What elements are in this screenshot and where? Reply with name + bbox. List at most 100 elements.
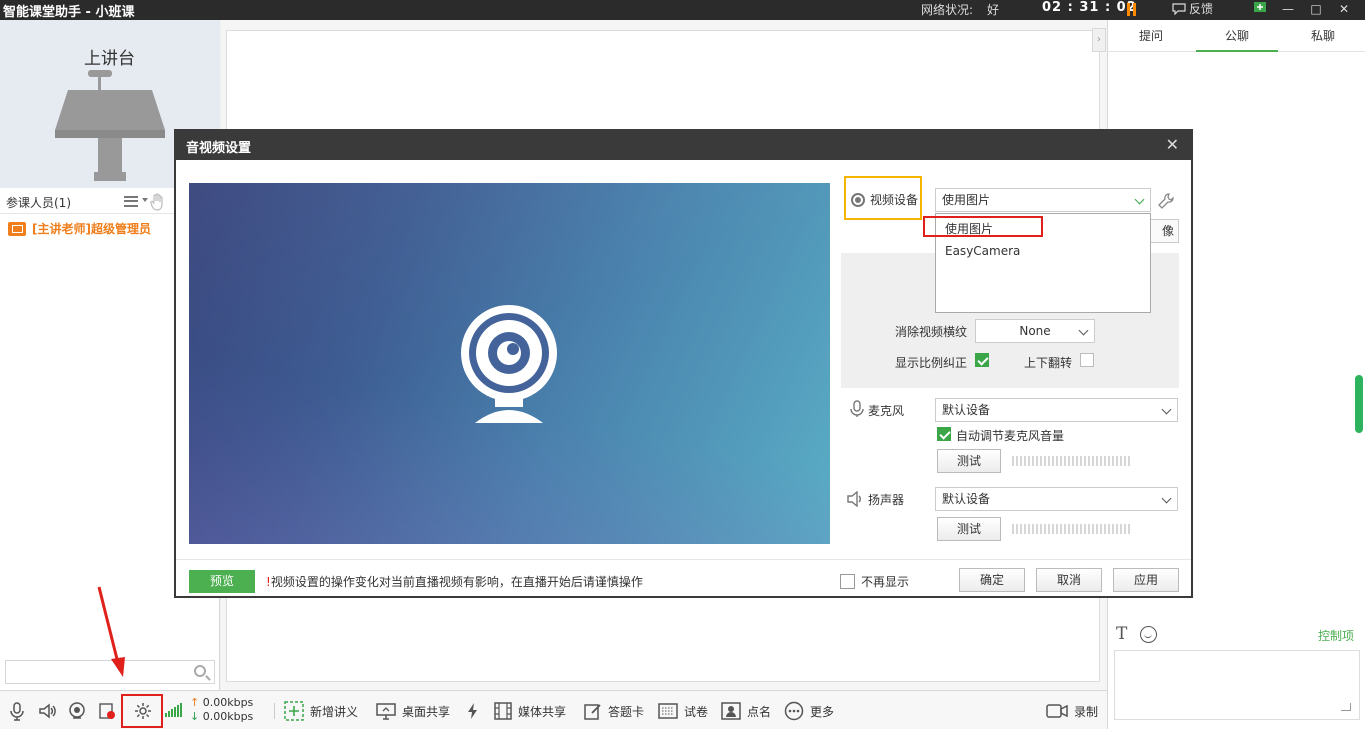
speaker-device-select[interactable]: 默认设备 (935, 487, 1178, 511)
tab-private-chat[interactable]: 私聊 (1280, 20, 1365, 51)
video-device-select[interactable]: 使用图片 (935, 188, 1151, 212)
close-icon[interactable]: ✕ (1166, 135, 1179, 154)
podium-icon (55, 70, 165, 181)
media-share-button[interactable]: 媒体共享 (494, 701, 566, 721)
minimize-icon[interactable]: — (1278, 0, 1298, 20)
tab-questions[interactable]: 提问 (1108, 20, 1194, 51)
add-handout-button[interactable]: 新增讲义 (284, 701, 358, 721)
av-settings-dialog: 音视频设置 ✕ 视频设备 使用图片 像 消除视频横纹 None 显示比例纠正 上… (174, 129, 1193, 598)
record-button[interactable]: 录制 (1046, 701, 1098, 721)
emoji-icon[interactable] (1140, 626, 1157, 643)
speaker-icon (847, 491, 861, 507)
speaker-label: 扬声器 (868, 493, 905, 507)
video-preview (189, 183, 830, 544)
chat-message-input[interactable] (1114, 650, 1360, 720)
network-status-label: 网络状况: (921, 3, 974, 17)
bottom-toolbar: ↑ 0.00kbps ↓ 0.00kbps 新增讲义 桌面共享 媒体共享 答题卡… (0, 690, 1107, 729)
speaker-test-button[interactable]: 测试 (937, 517, 1001, 541)
search-icon[interactable] (194, 665, 206, 677)
chevron-down-icon[interactable] (142, 198, 148, 202)
network-status-value: 好 (987, 3, 1000, 17)
aspect-correct-checkbox[interactable] (975, 353, 989, 367)
video-record-icon (1046, 704, 1068, 718)
chevron-down-icon (1161, 493, 1172, 504)
dont-show-checkbox[interactable] (840, 574, 855, 589)
camera-icon[interactable] (67, 701, 87, 721)
chevron-down-icon (1134, 194, 1145, 205)
download-rate: 0.00kbps (202, 710, 254, 723)
participants-label: 参课人员(1) (6, 196, 71, 210)
raise-hand-icon[interactable] (150, 193, 166, 211)
roll-call-button[interactable]: 点名 (721, 701, 771, 721)
pause-icon[interactable] (1127, 3, 1137, 16)
collapse-panel-button[interactable]: › (1092, 28, 1106, 52)
exam-paper-button[interactable]: 试卷 (658, 701, 708, 721)
settings-highlight-annotation (121, 694, 163, 728)
mic-device-value: 默认设备 (942, 403, 991, 417)
dialog-header: 音视频设置 ✕ (176, 131, 1191, 160)
tab-public-chat[interactable]: 公聊 (1194, 20, 1280, 52)
mic-device-select[interactable]: 默认设备 (935, 398, 1178, 422)
add-document-icon (284, 701, 304, 721)
video-device-value: 使用图片 (942, 193, 991, 207)
video-device-label: 视频设备 (870, 193, 919, 207)
desktop-share-button[interactable]: 桌面共享 (376, 701, 450, 721)
film-icon (494, 702, 512, 720)
more-button[interactable]: 更多 (784, 701, 834, 721)
send-icon[interactable] (1341, 703, 1351, 711)
preview-button[interactable]: 预览 (189, 570, 255, 593)
more-label: 更多 (810, 704, 835, 719)
lightning-icon[interactable] (463, 701, 483, 721)
scroll-indicator[interactable] (1355, 375, 1363, 433)
teacher-name: [主讲老师]超级管理员 (32, 222, 151, 236)
auto-gain-checkbox[interactable] (937, 427, 951, 441)
microphone-icon[interactable] (7, 701, 27, 721)
mic-test-button[interactable]: 测试 (937, 449, 1001, 473)
speaker-level-meter (1012, 524, 1132, 534)
teacher-list-item[interactable]: [主讲老师]超级管理员 (8, 220, 151, 237)
ok-button[interactable]: 确定 (959, 568, 1025, 592)
dropdown-highlight-annotation (923, 216, 1043, 237)
feedback-button[interactable]: 反馈 (1172, 0, 1213, 17)
class-timer: 02 : 31 : 02 (1042, 0, 1137, 15)
upload-rate: 0.00kbps (202, 696, 254, 709)
title-bar: 智能课堂助手 - 小班课 网络状况: 好 02 : 31 : 02 反馈 — □… (0, 0, 1365, 20)
hand-disabled-icon[interactable] (97, 701, 117, 721)
monitor-icon (376, 703, 396, 720)
aspect-correct-label: 显示比例纠正 (895, 356, 968, 370)
signal-strength-icon (165, 703, 182, 717)
deinterlace-select[interactable]: None (975, 319, 1095, 343)
toolbar-divider (274, 703, 275, 719)
warning-message: !视频设置的操作变化对当前直播视频有影响，在直播开始后请谨慎操作 (266, 573, 643, 590)
maximize-icon[interactable]: □ (1306, 0, 1326, 20)
answer-card-button[interactable]: 答题卡 (584, 701, 644, 721)
close-window-icon[interactable]: ✕ (1334, 0, 1354, 20)
chevron-down-icon (1078, 325, 1089, 336)
flip-label: 上下翻转 (1024, 356, 1073, 370)
font-icon[interactable]: T (1116, 624, 1127, 644)
dont-show-again[interactable]: 不再显示 (840, 573, 909, 590)
wrench-icon[interactable] (1157, 192, 1175, 210)
podium-title: 上讲台 (84, 49, 135, 69)
cancel-button[interactable]: 取消 (1036, 568, 1102, 592)
more-dots-icon (784, 701, 804, 721)
control-items-link[interactable]: 控制项 (1318, 627, 1354, 644)
speaker-icon[interactable] (37, 701, 57, 721)
mic-level-meter (1012, 456, 1132, 466)
chat-toolbar: T 控制项 (1108, 622, 1365, 646)
record-label: 录制 (1074, 704, 1099, 719)
contact-card-icon (721, 702, 741, 720)
feedback-label: 反馈 (1189, 2, 1214, 16)
app-title: 智能课堂助手 - 小班课 (3, 4, 135, 20)
window-menu-button[interactable] (1250, 0, 1270, 20)
video-device-label-group: 视频设备 (851, 191, 918, 208)
answer-card-label: 答题卡 (608, 704, 645, 719)
list-menu-icon[interactable] (124, 196, 138, 207)
flip-checkbox[interactable] (1080, 353, 1094, 367)
dropdown-option-easycamera[interactable]: EasyCamera (945, 244, 1020, 258)
mic-label: 麦克风 (868, 404, 905, 418)
media-share-label: 媒体共享 (518, 704, 567, 719)
exam-paper-label: 试卷 (684, 704, 709, 719)
dialog-title: 音视频设置 (186, 141, 252, 156)
apply-button[interactable]: 应用 (1113, 568, 1179, 592)
